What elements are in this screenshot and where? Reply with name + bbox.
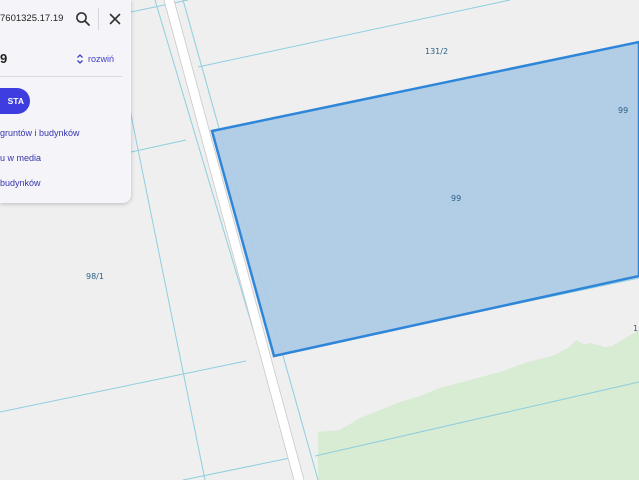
unfold-icon (77, 54, 83, 64)
primary-action-button[interactable]: STA (0, 88, 30, 114)
expand-label: rozwiń (88, 54, 115, 64)
parcel-title: 9 (0, 51, 8, 66)
panel-divider (0, 76, 122, 77)
action-link-buildings-land[interactable]: gruntów i budynków (0, 128, 80, 138)
action-link-buildings[interactable]: budynków (0, 178, 41, 188)
parcel-label-131-2: 131/2 (425, 47, 448, 56)
search-bar: 7601325.17.19 (0, 0, 131, 38)
search-icon[interactable] (74, 10, 92, 28)
search-input[interactable]: 7601325.17.19 (0, 13, 63, 24)
expand-button[interactable]: rozwiń (75, 53, 114, 65)
parcel-label-99-edge: 99 (618, 106, 628, 115)
search-divider (98, 8, 99, 30)
parcel-label-99: 99 (451, 194, 461, 203)
action-link-media[interactable]: u w media (0, 153, 41, 163)
close-icon[interactable] (106, 10, 124, 28)
parcel-label-98-1: 98/1 (86, 272, 104, 281)
parcel-label-1: 1 (633, 324, 638, 333)
parcel-info-panel: 7601325.17.19 9 rozwiń STA gruntów i bud… (0, 0, 131, 203)
